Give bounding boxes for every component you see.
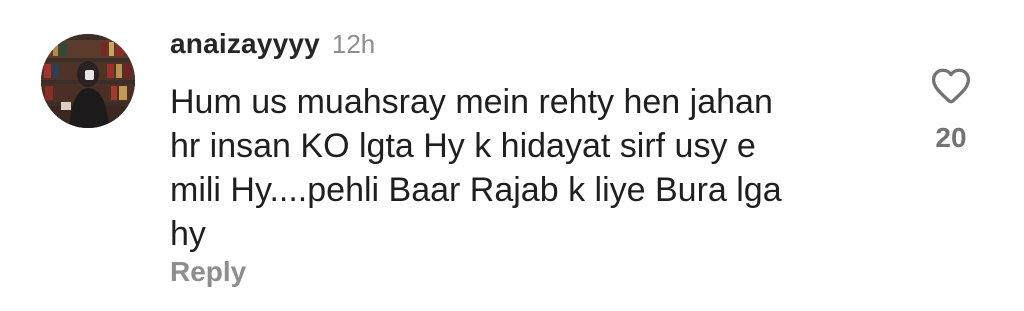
avatar[interactable] (41, 34, 135, 128)
comment-header: anaizayyyy 12h (170, 28, 375, 68)
timestamp: 12h (331, 29, 376, 59)
heart-outline-icon[interactable] (929, 64, 973, 108)
comment-text: Hum us muahsray mein rehty hen jahan hr … (170, 83, 782, 253)
reply-button[interactable]: Reply (170, 256, 246, 288)
comment-item: anaizayyyy 12h Hum us muahsray mein reht… (0, 0, 1024, 311)
avatar-image (41, 34, 135, 128)
like-count: 20 (935, 122, 967, 153)
like-area: 20 (920, 64, 982, 154)
username-link[interactable]: anaizayyyy (170, 28, 320, 60)
